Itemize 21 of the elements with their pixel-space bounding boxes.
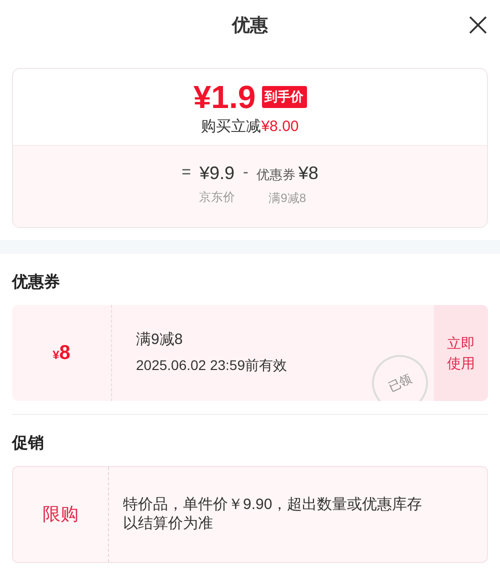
amount-value: ¥9.9 — [199, 162, 234, 182]
amount-label: 优惠券 — [256, 166, 296, 184]
dialog-title: 优惠 — [232, 14, 268, 36]
promotion-tag: 限购 — [42, 500, 78, 528]
coupon-rule: 满9减8 — [136, 330, 184, 350]
coupon-validity: 2025.06.02 23:59前有效 — [136, 356, 288, 375]
coupon-amount: ¥8 — [52, 340, 70, 366]
saving-amount: ¥8.00 — [261, 117, 299, 137]
amount-caption: 满9减8 — [268, 190, 306, 207]
final-price: ¥1.9 — [193, 81, 256, 113]
close-icon — [469, 16, 487, 34]
section-title: 促销 — [12, 434, 45, 454]
section-title: 优惠券 — [12, 272, 61, 292]
amount-value: ¥8 — [298, 162, 318, 182]
amount-caption: 京东价 — [198, 188, 235, 206]
operator-sign: = — [182, 162, 191, 182]
use-now-button[interactable]: 立即使用 — [434, 304, 488, 400]
saving-label: 购买立减 — [201, 117, 262, 137]
operator-sign: - — [242, 162, 248, 182]
promotion-description: 特价品，单件价￥9.90，超出数量或优惠库存以结算价为准 — [123, 495, 424, 533]
price-tag: 到手价 — [262, 86, 307, 108]
